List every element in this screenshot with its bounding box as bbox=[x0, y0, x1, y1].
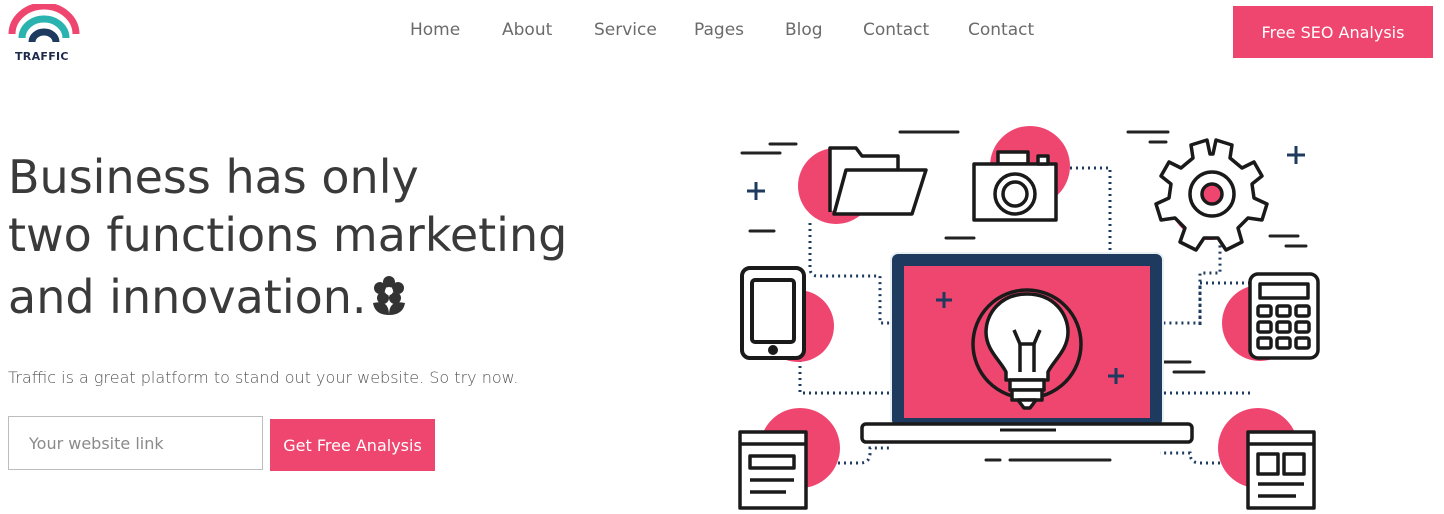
calculator-icon bbox=[1248, 272, 1320, 360]
website-link-input[interactable] bbox=[8, 416, 263, 470]
gear-icon bbox=[1154, 138, 1269, 252]
nav-contact[interactable]: Contact bbox=[863, 20, 929, 40]
browser-window-icon bbox=[738, 430, 808, 510]
hero-subtitle: Traffic is a great platform to stand out… bbox=[8, 368, 519, 387]
nav-service[interactable]: Service bbox=[594, 20, 657, 40]
headline-line-3-wrap: and innovation. bbox=[8, 268, 628, 326]
flower-icon bbox=[372, 276, 405, 315]
headline-line-3: and innovation. bbox=[8, 270, 367, 324]
free-seo-analysis-button[interactable]: Free SEO Analysis bbox=[1233, 6, 1433, 58]
seo-illustration bbox=[738, 126, 1320, 510]
brand-name[interactable]: TRAFFIC bbox=[15, 50, 69, 63]
nav-contact-2[interactable]: Contact bbox=[968, 20, 1034, 40]
phone-icon bbox=[740, 266, 806, 360]
headline-line-2: two functions marketing bbox=[8, 208, 568, 262]
get-free-analysis-button[interactable]: Get Free Analysis bbox=[270, 419, 435, 471]
nav-blog[interactable]: Blog bbox=[785, 20, 823, 40]
nav-home[interactable]: Home bbox=[410, 20, 460, 40]
nav-about[interactable]: About bbox=[502, 20, 552, 40]
camera-icon bbox=[972, 150, 1058, 222]
main-nav: Home About Service Pages Blog Contact Co… bbox=[0, 20, 1444, 44]
folder-icon bbox=[828, 146, 928, 216]
hero-headline: Business has only two functions marketin… bbox=[8, 148, 628, 326]
layout-window-icon bbox=[1246, 430, 1316, 510]
nav-pages[interactable]: Pages bbox=[694, 20, 744, 40]
headline-line-1: Business has only bbox=[8, 150, 419, 204]
